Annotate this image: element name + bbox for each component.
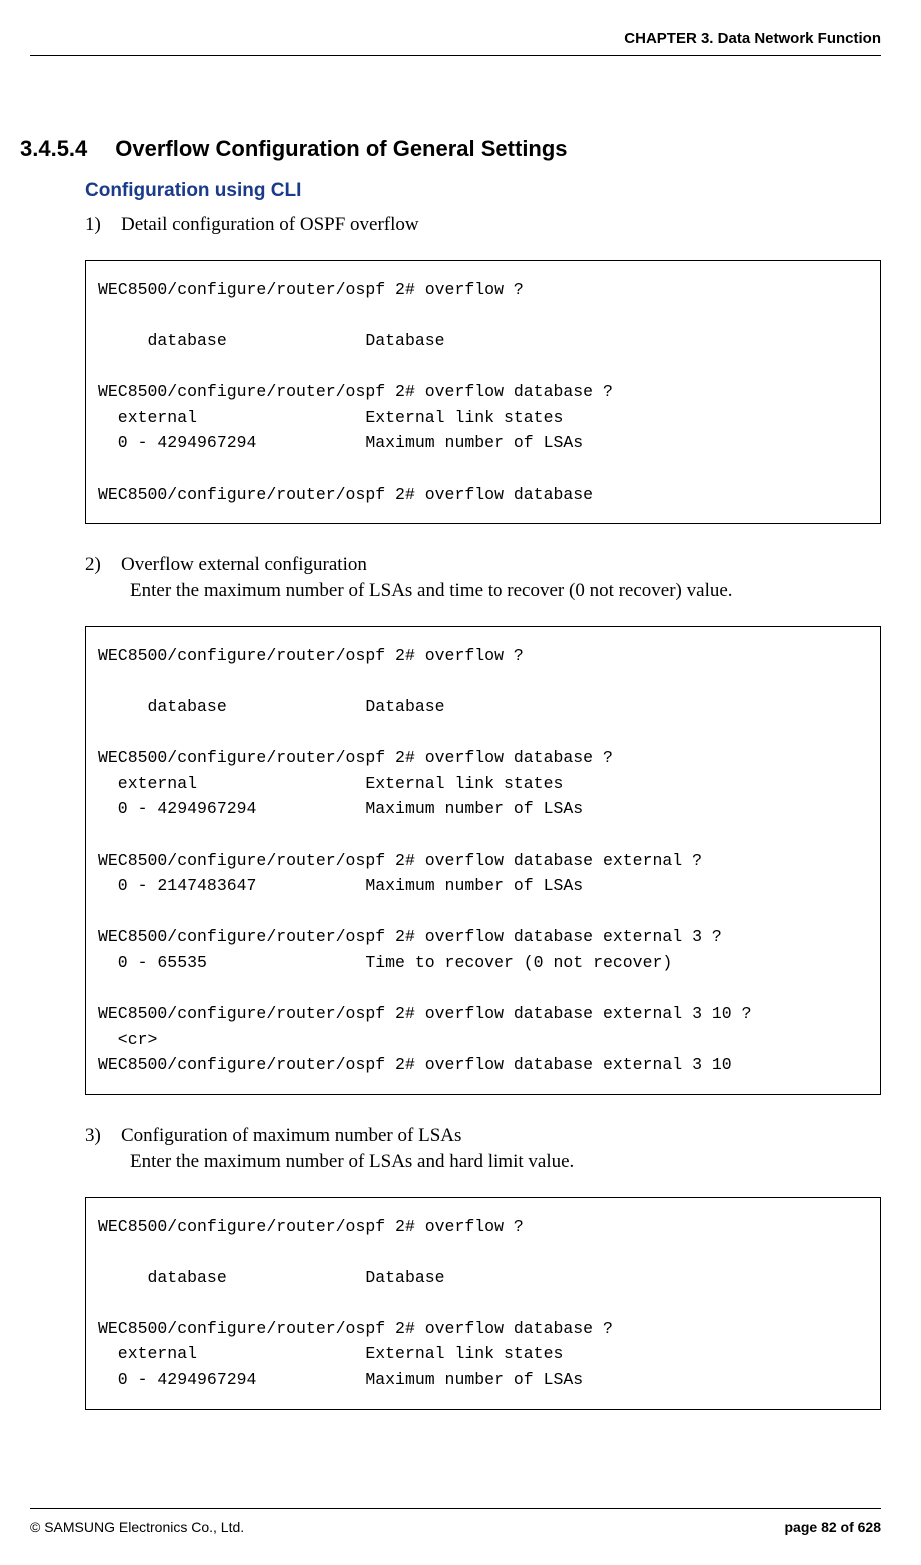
copyright-text: © SAMSUNG Electronics Co., Ltd. [30,1519,244,1535]
item-number: 3) [85,1125,121,1147]
item-desc: Configuration of maximum number of LSAs [121,1125,461,1146]
section-title: Overflow Configuration of General Settin… [115,136,567,161]
code-block: WEC8500/configure/router/ospf 2# overflo… [85,260,881,524]
list-item: 1)Detail configuration of OSPF overflow [85,214,881,236]
code-block: WEC8500/configure/router/ospf 2# overflo… [85,1197,881,1410]
chapter-title: CHAPTER 3. Data Network Function [624,30,881,47]
cli-subheading: Configuration using CLI [85,180,881,202]
item-desc: Overflow external configuration [121,554,367,575]
page-number: page 82 of 628 [785,1519,882,1535]
section-heading: 3.4.5.4 Overflow Configuration of General… [20,136,881,162]
list-item: 3)Configuration of maximum number of LSA… [85,1125,881,1147]
item-subdesc: Enter the maximum number of LSAs and tim… [130,580,881,602]
item-subdesc: Enter the maximum number of LSAs and har… [130,1151,881,1173]
page-header: CHAPTER 3. Data Network Function [30,30,881,56]
item-desc: Detail configuration of OSPF overflow [121,214,419,235]
item-number: 2) [85,554,121,576]
page-footer: © SAMSUNG Electronics Co., Ltd. page 82 … [30,1508,881,1535]
item-number: 1) [85,214,121,236]
section-number: 3.4.5.4 [20,136,87,162]
list-item: 2)Overflow external configuration [85,554,881,576]
code-block: WEC8500/configure/router/ospf 2# overflo… [85,626,881,1095]
